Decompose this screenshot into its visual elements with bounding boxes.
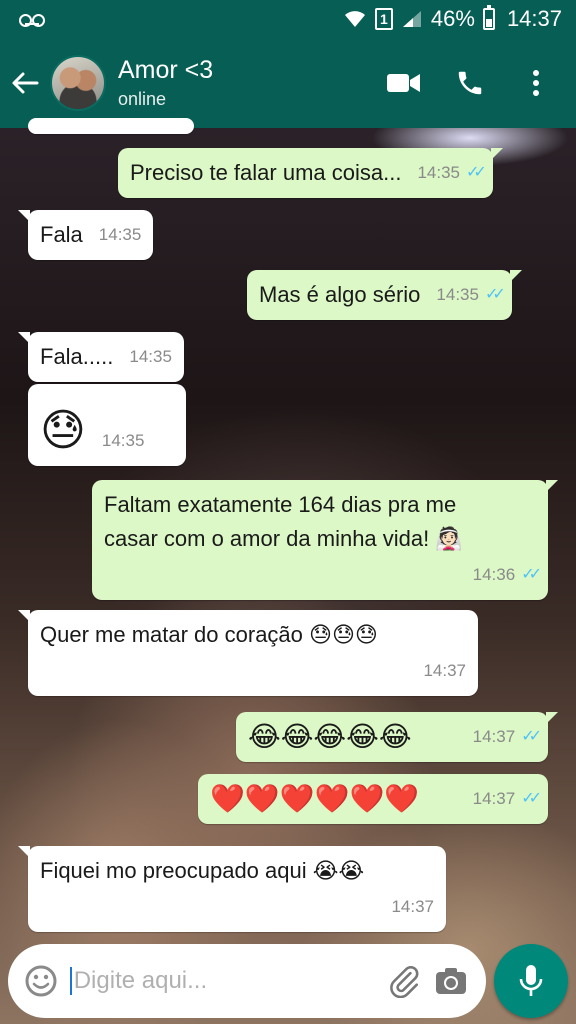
contact-name: Amor <3	[118, 56, 214, 84]
message-bubble-outgoing[interactable]: Preciso te falar uma coisa... 14:35 ✓✓	[118, 148, 503, 198]
battery-percent: 46%	[430, 6, 475, 31]
camera-icon	[436, 968, 467, 994]
message-text: Fala.....	[40, 344, 114, 369]
message-bubble-outgoing[interactable]: ❤️❤️❤️❤️❤️❤️ 14:37 ✓✓	[198, 774, 548, 824]
message-time: 14:37	[391, 897, 434, 916]
read-ticks-icon: ✓✓	[521, 728, 542, 745]
camera-button[interactable]	[431, 957, 472, 1005]
message-emoji: ❤️❤️❤️❤️❤️❤️	[210, 783, 420, 814]
message-emoji: 😂😂😂😂😂	[248, 721, 412, 752]
mic-icon	[519, 965, 543, 996]
chat-header: Amor <3 online	[0, 38, 576, 128]
avatar[interactable]	[50, 55, 106, 111]
more-options-button[interactable]	[514, 61, 558, 105]
more-vert-icon	[533, 70, 539, 96]
read-ticks-icon: ✓✓	[466, 164, 487, 181]
message-text-line: casar com o amor da minha vida! 👰🏻	[104, 526, 463, 551]
phone-icon	[458, 71, 482, 95]
voicemail-icon	[18, 12, 46, 27]
message-bubble-outgoing[interactable]: Mas é algo sério 14:35 ✓✓	[247, 270, 522, 320]
message-text: Fiquei mo preocupado aqui 😭😭	[40, 858, 365, 883]
message-text: Preciso te falar uma coisa...	[130, 160, 402, 185]
wifi-icon	[344, 11, 365, 27]
back-button[interactable]	[0, 38, 50, 128]
message-text: Fala	[40, 222, 83, 247]
contact-info[interactable]: Amor <3 online	[118, 55, 382, 111]
read-ticks-icon: ✓✓	[484, 286, 506, 303]
message-composer	[8, 944, 486, 1018]
message-time: 14:37	[423, 661, 466, 680]
message-time: 14:36	[472, 565, 516, 584]
message-time: 14:35	[101, 431, 145, 450]
status-bar: 1 46% 14:37	[0, 0, 576, 38]
message-bubble-outgoing[interactable]: 😂😂😂😂😂 14:37 ✓✓	[236, 712, 558, 762]
emoji-button[interactable]	[22, 959, 60, 1003]
message-time: 14:35	[417, 163, 460, 182]
back-arrow-icon	[12, 72, 39, 94]
status-time: 14:37	[506, 6, 562, 31]
message-text: Mas é algo sério	[259, 282, 421, 307]
video-call-icon	[387, 74, 420, 92]
message-bubble-incoming[interactable]: Fala..... 14:35	[18, 332, 184, 382]
signal-icon	[402, 11, 421, 27]
message-text-line: Faltam exatamente 164 dias pra me	[104, 492, 457, 517]
read-ticks-icon: ✓✓	[521, 566, 542, 583]
emoji-icon	[25, 965, 57, 997]
message-bubble-outgoing[interactable]: Faltam exatamente 164 dias pra me casar …	[92, 480, 558, 600]
message-bubble-incoming[interactable]: Quer me matar do coração 😓😓😓 14:37	[18, 610, 478, 696]
sim-1-icon: 1	[374, 8, 393, 30]
message-time: 14:37	[472, 789, 516, 808]
voice-message-button[interactable]	[494, 944, 568, 1018]
message-time: 14:35	[436, 285, 479, 304]
message-bubble-partial	[28, 118, 194, 134]
attach-button[interactable]	[384, 957, 425, 1005]
message-input[interactable]	[69, 967, 384, 995]
message-list[interactable]: Preciso te falar uma coisa... 14:35 ✓✓ Fa…	[0, 118, 576, 944]
attach-icon	[390, 966, 419, 998]
message-time: 14:37	[472, 727, 516, 746]
message-bubble-incoming[interactable]: Fala 14:35	[17, 210, 154, 260]
message-bubble-incoming[interactable]: 😓 14:35	[28, 384, 186, 466]
message-time: 14:35	[129, 347, 172, 366]
voice-call-button[interactable]	[448, 61, 492, 105]
message-time: 14:35	[98, 225, 142, 244]
video-call-button[interactable]	[382, 61, 426, 105]
message-bubble-incoming[interactable]: Fiquei mo preocupado aqui 😭😭 14:37	[18, 846, 446, 932]
message-text: Quer me matar do coração 😓😓😓	[40, 622, 378, 647]
message-emoji: 😓	[40, 406, 86, 455]
contact-status: online	[118, 89, 167, 109]
battery-icon	[482, 5, 495, 30]
read-ticks-icon: ✓✓	[521, 790, 542, 807]
